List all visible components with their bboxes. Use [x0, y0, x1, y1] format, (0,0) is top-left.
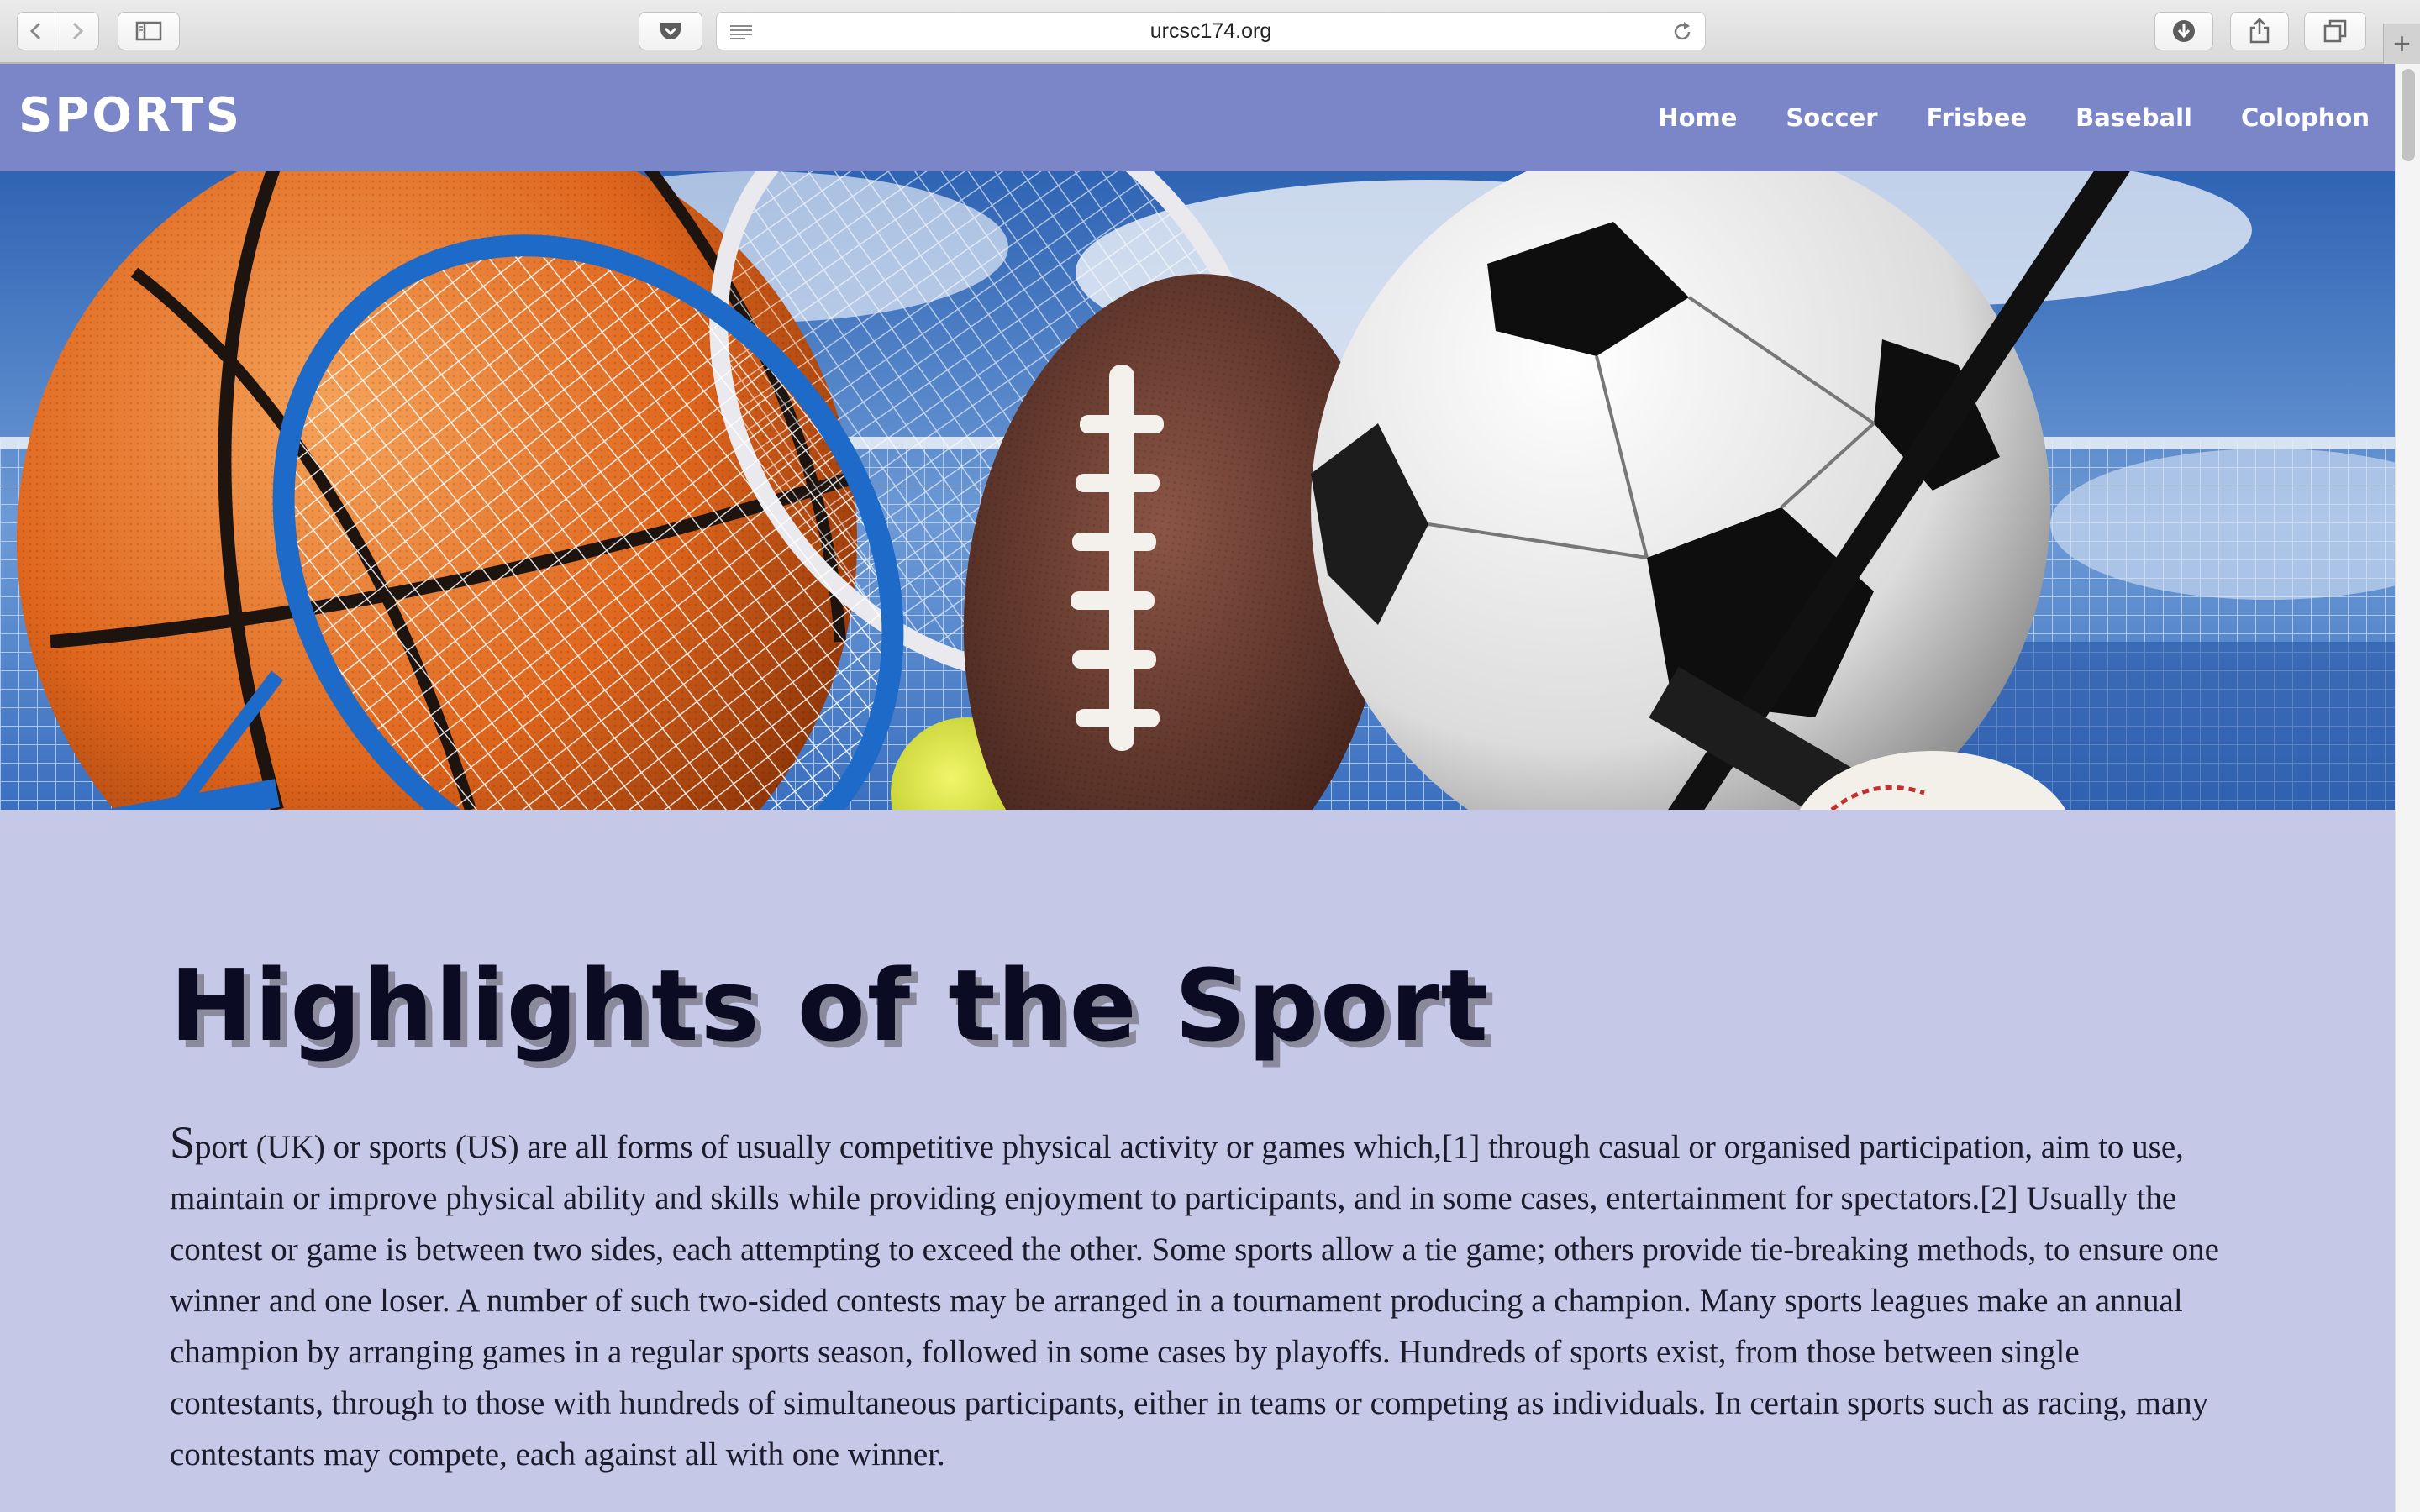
- back-button[interactable]: [17, 12, 55, 50]
- share-icon: [2249, 18, 2270, 44]
- forward-button[interactable]: [55, 12, 99, 50]
- sports-balls-banner-image: [0, 171, 2395, 810]
- sidebar-button[interactable]: [118, 12, 180, 50]
- nav-links: Home Soccer Frisbee Baseball Colophon: [1658, 64, 2370, 171]
- hero-banner: [0, 171, 2395, 810]
- pocket-button[interactable]: [639, 12, 702, 50]
- nav-link-soccer[interactable]: Soccer: [1786, 103, 1877, 132]
- nav-link-frisbee[interactable]: Frisbee: [1927, 103, 2028, 132]
- nav-link-colophon[interactable]: Colophon: [2241, 103, 2370, 132]
- plus-icon: +: [2392, 26, 2412, 60]
- page-scrollbar[interactable]: [2395, 64, 2420, 1512]
- page-title: Highlights of the Sport: [170, 948, 1490, 1063]
- download-icon: [2173, 20, 2195, 42]
- site-logo[interactable]: SPORTS: [18, 86, 242, 146]
- chevron-right-icon: [72, 22, 83, 40]
- scrollbar-thumb[interactable]: [2402, 69, 2415, 161]
- nav-link-baseball[interactable]: Baseball: [2075, 103, 2192, 132]
- sidebar-icon: [135, 21, 162, 41]
- nav-link-home[interactable]: Home: [1658, 103, 1737, 132]
- browser-toolbar: urcsc174.org +: [0, 0, 2420, 64]
- tabs-icon: [2323, 19, 2347, 43]
- tabs-button[interactable]: [2304, 12, 2366, 50]
- pocket-icon: [660, 23, 681, 39]
- downloads-button[interactable]: [2154, 12, 2213, 50]
- chevron-left-icon: [29, 22, 41, 40]
- address-bar[interactable]: urcsc174.org: [716, 12, 1706, 50]
- drop-cap: S: [170, 1117, 196, 1168]
- intro-paragraph: Sport (UK) or sports (US) are all forms …: [170, 1117, 2237, 1480]
- new-tab-button[interactable]: +: [2383, 24, 2420, 64]
- intro-text: port (UK) or sports (US) are all forms o…: [170, 1129, 2219, 1473]
- web-page: SPORTS Home Soccer Frisbee Baseball Colo…: [0, 64, 2395, 1512]
- share-button[interactable]: [2230, 12, 2289, 50]
- site-navbar: SPORTS Home Soccer Frisbee Baseball Colo…: [0, 64, 2395, 171]
- reload-icon[interactable]: [1671, 21, 1693, 43]
- url-text[interactable]: urcsc174.org: [717, 13, 1705, 50]
